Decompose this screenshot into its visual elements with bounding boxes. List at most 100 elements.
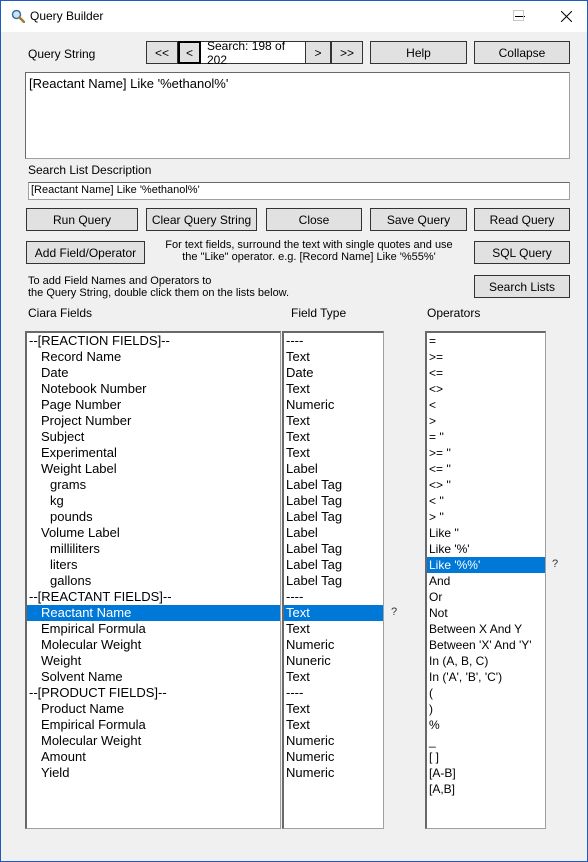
field-list-item[interactable]: Amount [27, 749, 280, 765]
field-type-list-item[interactable]: Text [284, 429, 383, 445]
operator-list-item[interactable]: [A-B] [427, 765, 545, 781]
field-list-item[interactable]: kg [27, 493, 280, 509]
field-type-listbox[interactable]: ---- Text Date Text Numeric Text Text Text Label… [282, 331, 384, 829]
close-window-button[interactable] [543, 1, 588, 32]
field-type-list-item[interactable]: Text [284, 717, 383, 733]
field-list-item[interactable]: Reactant Name [27, 605, 280, 621]
field-type-list-item[interactable]: Nuneric [284, 653, 383, 669]
field-type-list-item[interactable]: Text [284, 413, 383, 429]
operator-list-item[interactable]: Like '%' [427, 541, 545, 557]
field-type-list-item[interactable]: Label Tag [284, 493, 383, 509]
save-query-button[interactable]: Save Query [370, 208, 467, 231]
field-type-list-item[interactable]: Text [284, 349, 383, 365]
operator-list-item[interactable]: In (A, B, C) [427, 653, 545, 669]
operator-list-item[interactable]: In ('A', 'B', 'C') [427, 669, 545, 685]
field-type-list-item[interactable]: Numeric [284, 733, 383, 749]
field-list-item[interactable]: liters [27, 557, 280, 573]
field-list-item[interactable]: milliliters [27, 541, 280, 557]
field-list-item[interactable]: Weight [27, 653, 280, 669]
field-type-list-item[interactable]: Label Tag [284, 541, 383, 557]
field-type-list-item[interactable]: Label Tag [284, 573, 383, 589]
field-list-item[interactable]: Weight Label [27, 461, 280, 477]
operator-list-item[interactable]: Not [427, 605, 545, 621]
operator-list-item[interactable]: % [427, 717, 545, 733]
field-list-item[interactable]: Volume Label [27, 525, 280, 541]
operator-list-item[interactable]: >= [427, 349, 545, 365]
operator-list-item[interactable]: Between 'X' And 'Y' [427, 637, 545, 653]
operator-list-item[interactable]: ) [427, 701, 545, 717]
field-list-item[interactable]: Experimental [27, 445, 280, 461]
field-list-item[interactable]: Molecular Weight [27, 733, 280, 749]
field-type-list-item[interactable]: ---- [284, 589, 383, 605]
operator-list-item[interactable]: Like '' [427, 525, 545, 541]
operator-list-item[interactable]: And [427, 573, 545, 589]
field-help-mark[interactable]: ? [391, 606, 397, 618]
field-type-list-item[interactable]: Date [284, 365, 383, 381]
field-list-item[interactable]: gallons [27, 573, 280, 589]
last-result-button[interactable]: >> [331, 41, 363, 64]
search-lists-button[interactable]: Search Lists [474, 275, 570, 298]
field-type-list-item[interactable]: Numeric [284, 397, 383, 413]
operator-list-item[interactable]: <= [427, 365, 545, 381]
field-list-item[interactable]: Record Name [27, 349, 280, 365]
next-result-button[interactable]: > [305, 41, 331, 64]
field-type-list-item[interactable]: Text [284, 605, 383, 621]
field-list-item[interactable]: grams [27, 477, 280, 493]
field-list-item[interactable]: --[REACTION FIELDS]-- [27, 333, 280, 349]
operator-list-item[interactable]: = [427, 333, 545, 349]
field-type-list-item[interactable]: ---- [284, 685, 383, 701]
search-list-description-input[interactable]: [Reactant Name] Like '%ethanol%' [28, 182, 570, 200]
field-type-list-item[interactable]: Text [284, 669, 383, 685]
field-type-list-item[interactable]: Text [284, 621, 383, 637]
sql-query-button[interactable]: SQL Query [474, 241, 570, 264]
read-query-button[interactable]: Read Query [474, 208, 570, 231]
operator-list-item[interactable]: <> '' [427, 477, 545, 493]
first-result-button[interactable]: << [146, 41, 178, 64]
field-list-item[interactable]: Empirical Formula [27, 621, 280, 637]
field-list-item[interactable]: Notebook Number [27, 381, 280, 397]
field-type-list-item[interactable]: Label [284, 525, 383, 541]
run-query-button[interactable]: Run Query [26, 208, 138, 231]
field-list-item[interactable]: Page Number [27, 397, 280, 413]
operator-list-item[interactable]: < '' [427, 493, 545, 509]
maximize-button[interactable] [513, 10, 524, 21]
add-field-operator-button[interactable]: Add Field/Operator [26, 241, 145, 264]
field-list-item[interactable]: Product Name [27, 701, 280, 717]
field-list-item[interactable]: Solvent Name [27, 669, 280, 685]
field-type-list-item[interactable]: Numeric [284, 749, 383, 765]
field-type-list-item[interactable]: Text [284, 381, 383, 397]
field-list-item[interactable]: --[PRODUCT FIELDS]-- [27, 685, 280, 701]
operator-help-mark[interactable]: ? [552, 558, 558, 570]
help-button[interactable]: Help [370, 41, 467, 64]
field-type-list-item[interactable]: ---- [284, 333, 383, 349]
operator-list-item[interactable]: _ [427, 733, 545, 749]
operators-listbox[interactable]: = >= <= <> < > = '' >= '' <= '' <> '' < '' > '' Like… [425, 331, 546, 829]
operator-list-item[interactable]: = '' [427, 429, 545, 445]
field-type-list-item[interactable]: Label Tag [284, 509, 383, 525]
operator-list-item[interactable]: Or [427, 589, 545, 605]
operator-list-item[interactable]: < [427, 397, 545, 413]
field-type-list-item[interactable]: Label [284, 461, 383, 477]
field-type-list-item[interactable]: Text [284, 701, 383, 717]
operator-list-item[interactable]: > [427, 413, 545, 429]
field-list-item[interactable]: Date [27, 365, 280, 381]
field-list-item[interactable]: --[REACTANT FIELDS]-- [27, 589, 280, 605]
field-list-item[interactable]: Molecular Weight [27, 637, 280, 653]
field-list-item[interactable]: pounds [27, 509, 280, 525]
field-type-list-item[interactable]: Label Tag [284, 557, 383, 573]
field-list-item[interactable]: Yield [27, 765, 280, 781]
field-type-list-item[interactable]: Text [284, 445, 383, 461]
field-type-list-item[interactable]: Label Tag [284, 477, 383, 493]
operator-list-item[interactable]: Between X And Y [427, 621, 545, 637]
field-type-list-item[interactable]: Numeric [284, 637, 383, 653]
operator-list-item[interactable]: Like '%%' [427, 557, 545, 573]
operator-list-item[interactable]: ( [427, 685, 545, 701]
operator-list-item[interactable]: > '' [427, 509, 545, 525]
operator-list-item[interactable]: >= '' [427, 445, 545, 461]
query-string-input[interactable]: [Reactant Name] Like '%ethanol%' [25, 72, 570, 159]
field-list-item[interactable]: Empirical Formula [27, 717, 280, 733]
field-type-list-item[interactable]: Numeric [284, 765, 383, 781]
clear-query-string-button[interactable]: Clear Query String [146, 208, 257, 231]
operator-list-item[interactable]: <> [427, 381, 545, 397]
previous-result-button[interactable]: < [178, 41, 201, 64]
